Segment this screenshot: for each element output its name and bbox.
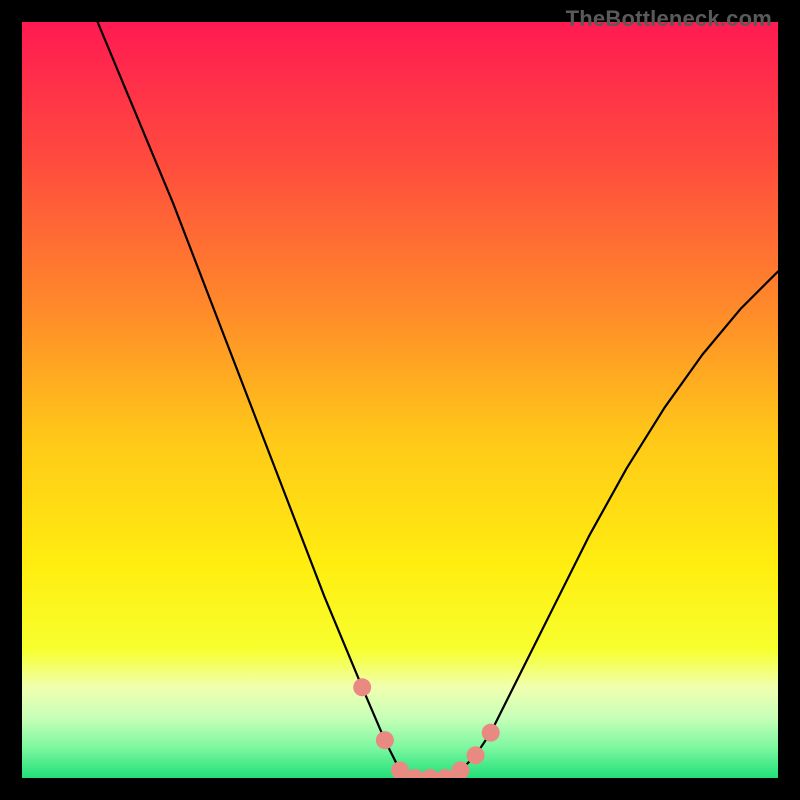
- watermark-link[interactable]: TheBottleneck.com: [566, 6, 772, 32]
- highlight-marker: [467, 746, 485, 764]
- gradient-background: [22, 22, 778, 778]
- chart-frame: { "watermark": "TheBottleneck.com", "gra…: [0, 0, 800, 800]
- highlight-marker: [353, 678, 371, 696]
- highlight-marker: [482, 724, 500, 742]
- highlight-marker: [376, 731, 394, 749]
- bottleneck-chart: [22, 22, 778, 778]
